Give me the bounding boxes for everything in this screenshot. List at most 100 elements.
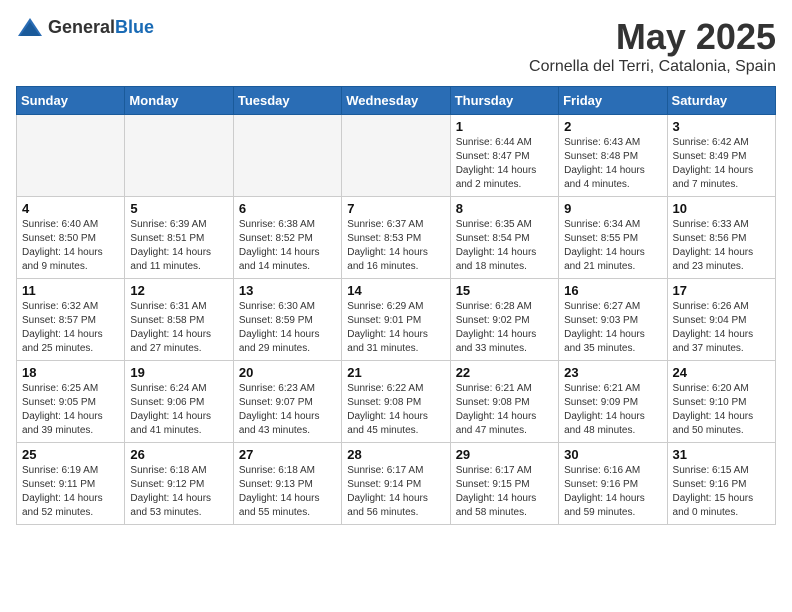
calendar-day-cell: 4 Sunrise: 6:40 AM Sunset: 8:50 PM Daylig… bbox=[17, 197, 125, 279]
day-of-week-header: Tuesday bbox=[233, 87, 341, 115]
calendar-week-row: 1 Sunrise: 6:44 AM Sunset: 8:47 PM Daylig… bbox=[17, 115, 776, 197]
calendar-day-cell: 30 Sunrise: 6:16 AM Sunset: 9:16 PM Dayli… bbox=[559, 443, 667, 525]
calendar-day-cell: 9 Sunrise: 6:34 AM Sunset: 8:55 PM Daylig… bbox=[559, 197, 667, 279]
day-number: 6 bbox=[239, 201, 336, 216]
day-number: 19 bbox=[130, 365, 227, 380]
calendar-day-cell: 24 Sunrise: 6:20 AM Sunset: 9:10 PM Dayli… bbox=[667, 361, 775, 443]
calendar-day-cell: 29 Sunrise: 6:17 AM Sunset: 9:15 PM Dayli… bbox=[450, 443, 558, 525]
calendar-day-cell: 26Sunrise: 6:18 AM Sunset: 9:12 PM Dayli… bbox=[125, 443, 233, 525]
calendar-week-row: 4 Sunrise: 6:40 AM Sunset: 8:50 PM Daylig… bbox=[17, 197, 776, 279]
day-of-week-header: Monday bbox=[125, 87, 233, 115]
day-number: 21 bbox=[347, 365, 444, 380]
calendar-day-cell: 8 Sunrise: 6:35 AM Sunset: 8:54 PM Daylig… bbox=[450, 197, 558, 279]
calendar-day-cell: 13 Sunrise: 6:30 AM Sunset: 8:59 PM Dayli… bbox=[233, 279, 341, 361]
day-of-week-header: Friday bbox=[559, 87, 667, 115]
day-number: 9 bbox=[564, 201, 661, 216]
calendar-day-cell: 22Sunrise: 6:21 AM Sunset: 9:08 PM Dayli… bbox=[450, 361, 558, 443]
day-of-week-header: Saturday bbox=[667, 87, 775, 115]
day-number: 27 bbox=[239, 447, 336, 462]
calendar-day-cell: 23Sunrise: 6:21 AM Sunset: 9:09 PM Dayli… bbox=[559, 361, 667, 443]
calendar-day-cell: 15Sunrise: 6:28 AM Sunset: 9:02 PM Dayli… bbox=[450, 279, 558, 361]
day-info: Sunrise: 6:43 AM Sunset: 8:48 PM Dayligh… bbox=[564, 136, 661, 192]
day-number: 29 bbox=[456, 447, 553, 462]
day-info: Sunrise: 6:16 AM Sunset: 9:16 PM Dayligh… bbox=[564, 464, 661, 520]
day-number: 11 bbox=[22, 283, 119, 298]
calendar-day-cell bbox=[17, 115, 125, 197]
day-info: Sunrise: 6:21 AM Sunset: 9:08 PM Dayligh… bbox=[456, 382, 553, 438]
day-info: Sunrise: 6:42 AM Sunset: 8:49 PM Dayligh… bbox=[673, 136, 770, 192]
calendar-day-cell: 14 Sunrise: 6:29 AM Sunset: 9:01 PM Dayli… bbox=[342, 279, 450, 361]
calendar-day-cell: 2 Sunrise: 6:43 AM Sunset: 8:48 PM Daylig… bbox=[559, 115, 667, 197]
logo-text-blue: Blue bbox=[115, 17, 154, 37]
day-number: 18 bbox=[22, 365, 119, 380]
calendar-day-cell: 5 Sunrise: 6:39 AM Sunset: 8:51 PM Daylig… bbox=[125, 197, 233, 279]
day-number: 8 bbox=[456, 201, 553, 216]
day-info: Sunrise: 6:30 AM Sunset: 8:59 PM Dayligh… bbox=[239, 300, 336, 356]
calendar-day-cell bbox=[233, 115, 341, 197]
day-info: Sunrise: 6:20 AM Sunset: 9:10 PM Dayligh… bbox=[673, 382, 770, 438]
days-of-week-row: SundayMondayTuesdayWednesdayThursdayFrid… bbox=[17, 87, 776, 115]
calendar-day-cell: 11 Sunrise: 6:32 AM Sunset: 8:57 PM Dayli… bbox=[17, 279, 125, 361]
day-info: Sunrise: 6:24 AM Sunset: 9:06 PM Dayligh… bbox=[130, 382, 227, 438]
calendar-week-row: 25Sunrise: 6:19 AM Sunset: 9:11 PM Dayli… bbox=[17, 443, 776, 525]
day-number: 1 bbox=[456, 119, 553, 134]
day-info: Sunrise: 6:34 AM Sunset: 8:55 PM Dayligh… bbox=[564, 218, 661, 274]
calendar-day-cell: 12 Sunrise: 6:31 AM Sunset: 8:58 PM Dayli… bbox=[125, 279, 233, 361]
day-number: 4 bbox=[22, 201, 119, 216]
day-info: Sunrise: 6:32 AM Sunset: 8:57 PM Dayligh… bbox=[22, 300, 119, 356]
calendar-body: 1 Sunrise: 6:44 AM Sunset: 8:47 PM Daylig… bbox=[17, 115, 776, 525]
day-number: 30 bbox=[564, 447, 661, 462]
title-block: May 2025 Cornella del Terri, Catalonia, … bbox=[529, 16, 776, 76]
day-info: Sunrise: 6:37 AM Sunset: 8:53 PM Dayligh… bbox=[347, 218, 444, 274]
day-number: 13 bbox=[239, 283, 336, 298]
day-info: Sunrise: 6:27 AM Sunset: 9:03 PM Dayligh… bbox=[564, 300, 661, 356]
day-info: Sunrise: 6:35 AM Sunset: 8:54 PM Dayligh… bbox=[456, 218, 553, 274]
day-info: Sunrise: 6:25 AM Sunset: 9:05 PM Dayligh… bbox=[22, 382, 119, 438]
calendar-week-row: 18 Sunrise: 6:25 AM Sunset: 9:05 PM Dayli… bbox=[17, 361, 776, 443]
day-info: Sunrise: 6:15 AM Sunset: 9:16 PM Dayligh… bbox=[673, 464, 770, 520]
calendar-week-row: 11 Sunrise: 6:32 AM Sunset: 8:57 PM Dayli… bbox=[17, 279, 776, 361]
calendar-day-cell: 3 Sunrise: 6:42 AM Sunset: 8:49 PM Daylig… bbox=[667, 115, 775, 197]
day-number: 3 bbox=[673, 119, 770, 134]
day-info: Sunrise: 6:28 AM Sunset: 9:02 PM Dayligh… bbox=[456, 300, 553, 356]
calendar-day-cell: 7Sunrise: 6:37 AM Sunset: 8:53 PM Daylig… bbox=[342, 197, 450, 279]
calendar-day-cell: 25Sunrise: 6:19 AM Sunset: 9:11 PM Dayli… bbox=[17, 443, 125, 525]
calendar-day-cell: 28Sunrise: 6:17 AM Sunset: 9:14 PM Dayli… bbox=[342, 443, 450, 525]
day-of-week-header: Thursday bbox=[450, 87, 558, 115]
day-number: 24 bbox=[673, 365, 770, 380]
day-info: Sunrise: 6:40 AM Sunset: 8:50 PM Dayligh… bbox=[22, 218, 119, 274]
calendar-day-cell: 19 Sunrise: 6:24 AM Sunset: 9:06 PM Dayli… bbox=[125, 361, 233, 443]
day-number: 25 bbox=[22, 447, 119, 462]
month-title: May 2025 bbox=[529, 16, 776, 58]
calendar-day-cell: 1 Sunrise: 6:44 AM Sunset: 8:47 PM Daylig… bbox=[450, 115, 558, 197]
calendar-day-cell: 16 Sunrise: 6:27 AM Sunset: 9:03 PM Dayli… bbox=[559, 279, 667, 361]
day-info: Sunrise: 6:17 AM Sunset: 9:15 PM Dayligh… bbox=[456, 464, 553, 520]
day-info: Sunrise: 6:38 AM Sunset: 8:52 PM Dayligh… bbox=[239, 218, 336, 274]
calendar-day-cell: 10 Sunrise: 6:33 AM Sunset: 8:56 PM Dayli… bbox=[667, 197, 775, 279]
day-info: Sunrise: 6:21 AM Sunset: 9:09 PM Dayligh… bbox=[564, 382, 661, 438]
day-number: 5 bbox=[130, 201, 227, 216]
day-info: Sunrise: 6:29 AM Sunset: 9:01 PM Dayligh… bbox=[347, 300, 444, 356]
calendar-day-cell: 18 Sunrise: 6:25 AM Sunset: 9:05 PM Dayli… bbox=[17, 361, 125, 443]
calendar-day-cell: 27 Sunrise: 6:18 AM Sunset: 9:13 PM Dayli… bbox=[233, 443, 341, 525]
day-number: 10 bbox=[673, 201, 770, 216]
day-info: Sunrise: 6:44 AM Sunset: 8:47 PM Dayligh… bbox=[456, 136, 553, 192]
calendar-day-cell: 21Sunrise: 6:22 AM Sunset: 9:08 PM Dayli… bbox=[342, 361, 450, 443]
day-number: 14 bbox=[347, 283, 444, 298]
location-title: Cornella del Terri, Catalonia, Spain bbox=[529, 58, 776, 76]
day-info: Sunrise: 6:39 AM Sunset: 8:51 PM Dayligh… bbox=[130, 218, 227, 274]
day-number: 31 bbox=[673, 447, 770, 462]
day-number: 2 bbox=[564, 119, 661, 134]
day-of-week-header: Sunday bbox=[17, 87, 125, 115]
calendar-day-cell: 6 Sunrise: 6:38 AM Sunset: 8:52 PM Daylig… bbox=[233, 197, 341, 279]
logo-icon bbox=[16, 16, 44, 38]
day-info: Sunrise: 6:18 AM Sunset: 9:13 PM Dayligh… bbox=[239, 464, 336, 520]
day-info: Sunrise: 6:26 AM Sunset: 9:04 PM Dayligh… bbox=[673, 300, 770, 356]
day-info: Sunrise: 6:23 AM Sunset: 9:07 PM Dayligh… bbox=[239, 382, 336, 438]
day-info: Sunrise: 6:31 AM Sunset: 8:58 PM Dayligh… bbox=[130, 300, 227, 356]
day-number: 12 bbox=[130, 283, 227, 298]
day-number: 28 bbox=[347, 447, 444, 462]
day-number: 16 bbox=[564, 283, 661, 298]
calendar-day-cell bbox=[125, 115, 233, 197]
day-info: Sunrise: 6:33 AM Sunset: 8:56 PM Dayligh… bbox=[673, 218, 770, 274]
